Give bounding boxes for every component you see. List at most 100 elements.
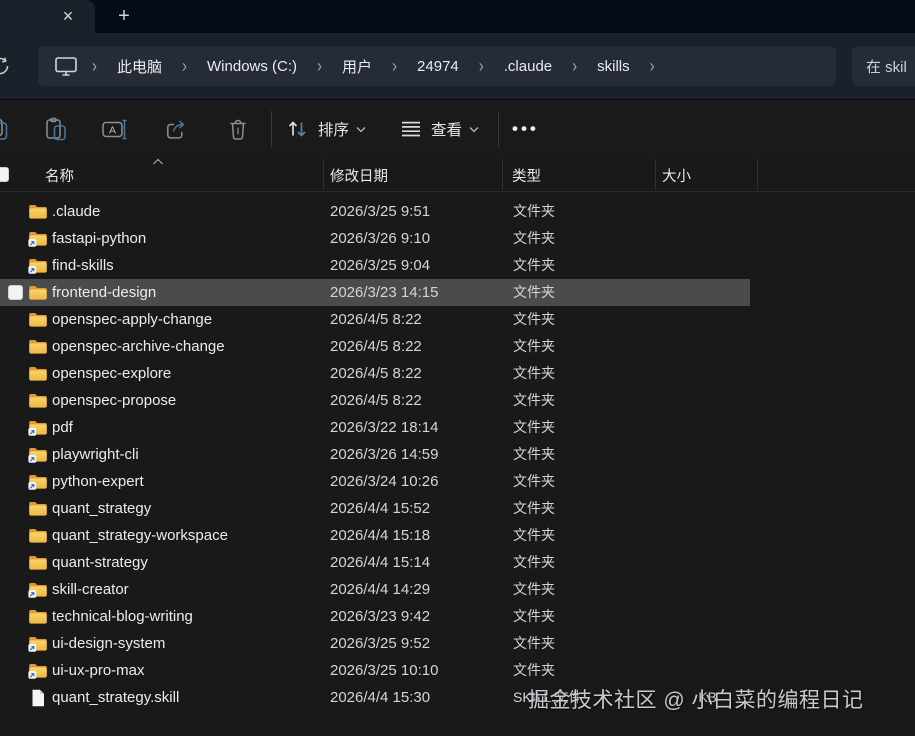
file-date: 2026/4/5 8:22 xyxy=(330,311,422,328)
table-row[interactable]: quant-strategy 2026/4/4 15:14 文件夹 xyxy=(0,549,915,576)
view-label: 查看 xyxy=(431,122,463,139)
column-name[interactable]: 名称 xyxy=(45,165,74,186)
table-row[interactable]: openspec-propose 2026/4/5 8:22 文件夹 xyxy=(0,387,915,414)
chevron-right-icon: › xyxy=(182,55,188,77)
file-type: 文件夹 xyxy=(513,554,555,570)
file-name: find-skills xyxy=(52,257,114,274)
breadcrumb-item[interactable]: 24974 xyxy=(411,56,465,77)
column-divider[interactable] xyxy=(502,159,503,190)
table-row[interactable]: find-skills 2026/3/25 9:04 文件夹 xyxy=(0,252,915,279)
breadcrumb-item[interactable]: 用户 xyxy=(336,54,378,79)
file-date: 2026/3/26 14:59 xyxy=(330,446,439,463)
breadcrumb-item[interactable]: 此电脑 xyxy=(111,54,168,79)
table-row[interactable]: pdf 2026/3/22 18:14 文件夹 xyxy=(0,414,915,441)
explorer-tab[interactable]: × xyxy=(0,0,95,33)
row-checkbox[interactable] xyxy=(8,285,23,300)
table-row[interactable]: ui-design-system 2026/3/25 9:52 文件夹 xyxy=(0,630,915,657)
breadcrumb-item[interactable]: Windows (C:) xyxy=(201,56,303,77)
column-divider[interactable] xyxy=(323,159,324,190)
file-type: 文件夹 xyxy=(513,419,555,435)
toolbar-divider xyxy=(498,111,499,147)
file-name: ui-ux-pro-max xyxy=(52,662,145,679)
file-name: python-expert xyxy=(52,473,144,490)
copy-icon[interactable] xyxy=(0,100,10,158)
search-input[interactable]: 在 skil xyxy=(852,46,915,86)
file-name: openspec-apply-change xyxy=(52,311,213,328)
file-name: .claude xyxy=(52,203,101,220)
file-type: 文件夹 xyxy=(513,392,555,408)
file-type: 文件夹 xyxy=(513,365,555,381)
file-explorer-window: × + › 此电脑 › Windows (C:) › 用户 › 24974 › .claude › s… xyxy=(0,0,915,736)
folder-icon xyxy=(28,311,48,328)
share-icon[interactable] xyxy=(165,100,189,158)
breadcrumb-item[interactable]: .claude xyxy=(498,56,558,77)
table-row[interactable]: ui-ux-pro-max 2026/3/25 10:10 文件夹 xyxy=(0,657,915,684)
file-name: technical-blog-writing xyxy=(52,608,193,625)
sort-ascending-icon xyxy=(152,153,164,169)
file-type: 文件夹 xyxy=(513,527,555,543)
address-field[interactable]: › 此电脑 › Windows (C:) › 用户 › 24974 › .claude › skill… xyxy=(38,46,836,86)
chevron-right-icon: › xyxy=(317,55,323,77)
more-options-button[interactable]: ••• xyxy=(512,100,539,158)
search-text: 在 skil xyxy=(866,58,907,76)
table-row[interactable]: openspec-apply-change 2026/4/5 8:22 文件夹 xyxy=(0,306,915,333)
address-bar-row: › 此电脑 › Windows (C:) › 用户 › 24974 › .claude › skill… xyxy=(0,33,915,99)
table-row[interactable]: python-expert 2026/3/24 10:26 文件夹 xyxy=(0,468,915,495)
new-tab-button[interactable]: + xyxy=(110,3,138,30)
file-date: 2026/4/4 15:14 xyxy=(330,554,431,571)
folder-icon xyxy=(28,608,48,625)
rename-icon[interactable]: A xyxy=(102,100,128,158)
file-name: openspec-propose xyxy=(52,392,177,409)
table-row[interactable]: openspec-explore 2026/4/5 8:22 文件夹 xyxy=(0,360,915,387)
file-type: 文件夹 xyxy=(513,635,555,651)
folder-icon xyxy=(28,338,48,355)
column-divider[interactable] xyxy=(655,159,656,190)
column-divider[interactable] xyxy=(757,159,758,190)
column-size[interactable]: 大小 xyxy=(662,165,691,186)
column-header-row: 名称 修改日期 类型 大小 xyxy=(0,157,915,192)
svg-text:A: A xyxy=(109,124,116,136)
file-type: 文件夹 xyxy=(513,473,555,489)
breadcrumb: › 此电脑 › Windows (C:) › 用户 › 24974 › .claude › skill… xyxy=(78,54,669,79)
folder-icon xyxy=(28,365,48,382)
file-icon xyxy=(28,689,48,707)
chevron-right-icon: › xyxy=(649,55,655,77)
table-row[interactable]: quant_strategy-workspace 2026/4/4 15:18 … xyxy=(0,522,915,549)
breadcrumb-item[interactable]: skills xyxy=(591,56,636,77)
file-name: frontend-design xyxy=(52,284,157,301)
select-all-checkbox[interactable] xyxy=(0,167,9,182)
column-date[interactable]: 修改日期 xyxy=(330,165,388,186)
refresh-icon[interactable] xyxy=(0,55,11,82)
chevron-right-icon: › xyxy=(92,55,97,77)
file-name: playwright-cli xyxy=(52,446,139,463)
table-row[interactable]: fastapi-python 2026/3/26 9:10 文件夹 xyxy=(0,225,915,252)
paste-icon[interactable] xyxy=(45,100,67,158)
folder-icon xyxy=(28,554,48,571)
chevron-right-icon: › xyxy=(392,55,398,77)
table-row[interactable]: .claude 2026/3/25 9:51 文件夹 xyxy=(0,198,915,225)
file-date: 2026/3/26 9:10 xyxy=(330,230,431,247)
file-date: 2026/3/22 18:14 xyxy=(330,419,439,436)
file-type: 文件夹 xyxy=(513,446,555,462)
table-row[interactable]: quant_strategy 2026/4/4 15:52 文件夹 xyxy=(0,495,915,522)
file-type: 文件夹 xyxy=(513,500,555,516)
delete-icon[interactable] xyxy=(228,100,248,158)
file-date: 2026/3/23 9:42 xyxy=(330,608,431,625)
sort-button[interactable]: 排序 xyxy=(286,100,366,158)
column-type[interactable]: 类型 xyxy=(512,165,541,186)
close-tab-icon[interactable]: × xyxy=(55,4,81,29)
table-row[interactable]: openspec-archive-change 2026/4/5 8:22 文件… xyxy=(0,333,915,360)
chevron-right-icon: › xyxy=(572,55,578,77)
file-type: 文件夹 xyxy=(513,257,555,273)
sort-label: 排序 xyxy=(318,122,350,139)
table-row[interactable]: playwright-cli 2026/3/26 14:59 文件夹 xyxy=(0,441,915,468)
file-name: quant-strategy xyxy=(52,554,148,571)
table-row[interactable]: frontend-design 2026/3/23 14:15 文件夹 xyxy=(0,279,915,306)
view-lines-icon xyxy=(400,120,422,138)
file-date: 2026/4/4 15:30 xyxy=(330,689,431,706)
table-row[interactable]: technical-blog-writing 2026/3/23 9:42 文件… xyxy=(0,603,915,630)
view-button[interactable]: 查看 xyxy=(400,100,479,158)
file-date: 2026/3/25 9:51 xyxy=(330,203,431,220)
file-name: openspec-explore xyxy=(52,365,172,382)
table-row[interactable]: skill-creator 2026/4/4 14:29 文件夹 xyxy=(0,576,915,603)
